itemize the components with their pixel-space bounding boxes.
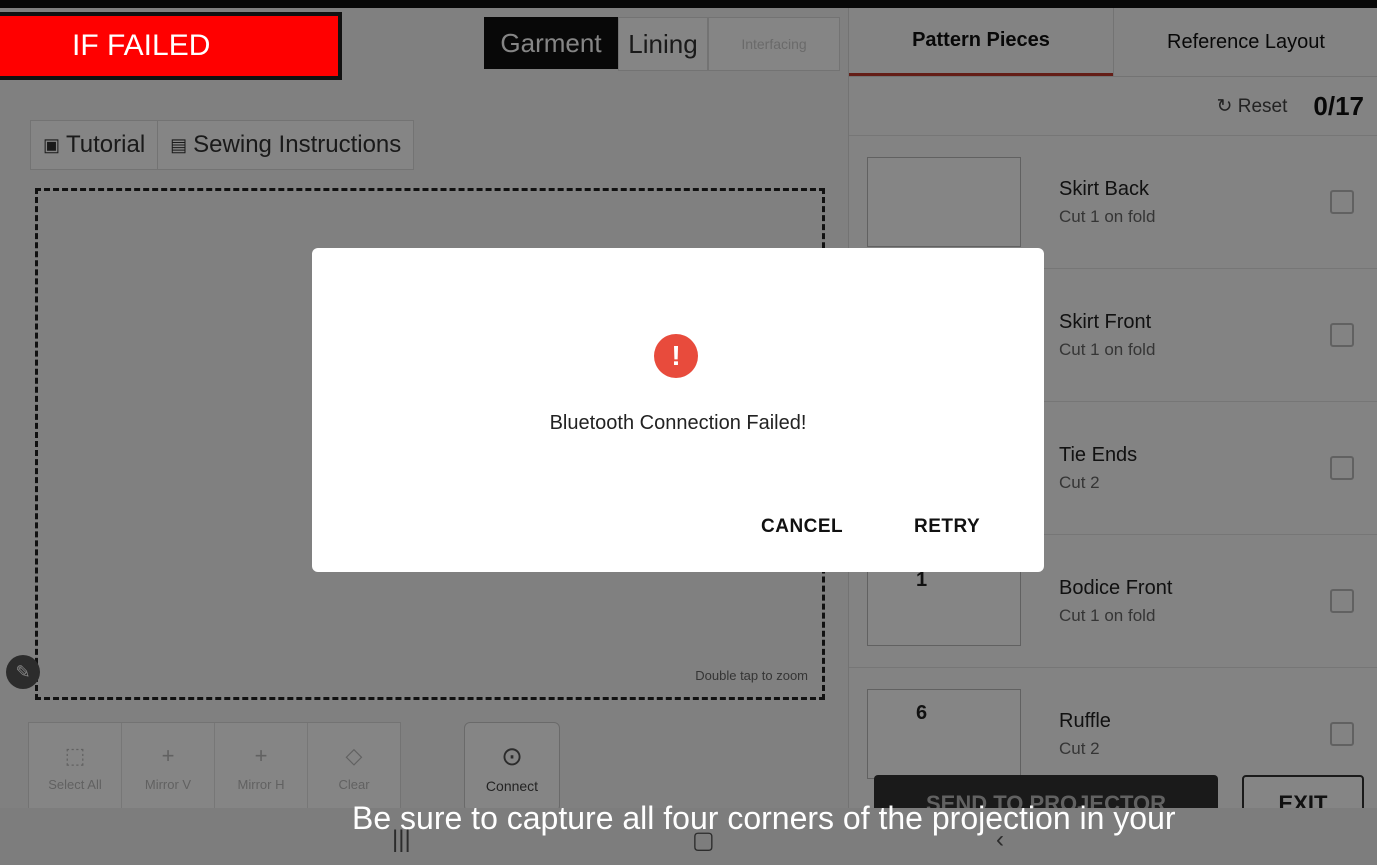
caption-text: Be sure to capture all four corners of t… [352, 800, 1176, 836]
dialog-message: Bluetooth Connection Failed! [549, 412, 807, 434]
alert-icon: ! [654, 334, 698, 378]
cancel-button[interactable]: CANCEL [761, 516, 843, 538]
retry-button[interactable]: RETRY [914, 516, 980, 538]
error-dialog: ! Bluetooth Connection Failed! CANCEL RE… [312, 248, 1044, 572]
if-failed-banner: IF FAILED [0, 12, 342, 80]
